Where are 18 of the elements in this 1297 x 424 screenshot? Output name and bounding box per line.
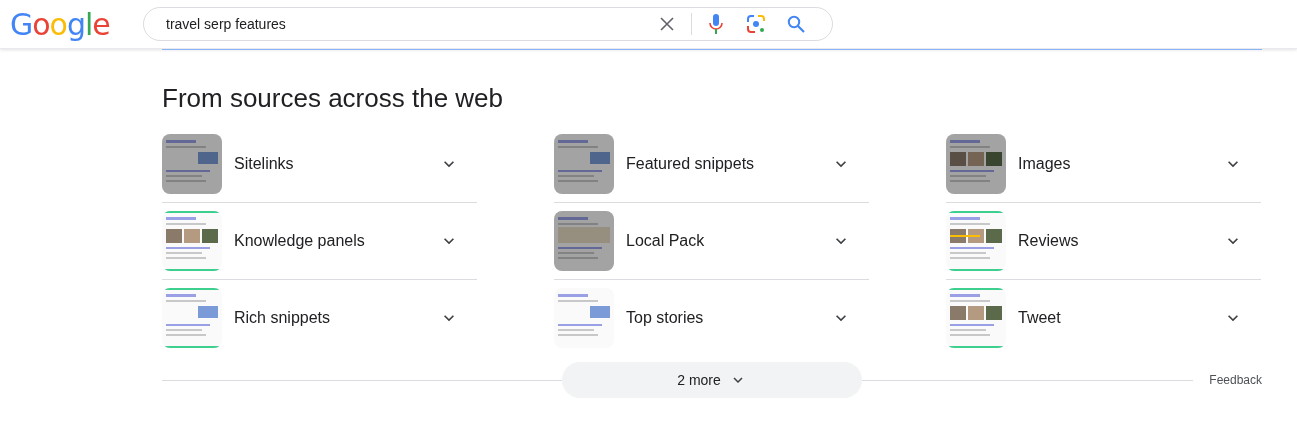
search-icon[interactable] xyxy=(787,15,805,33)
feature-label[interactable]: Local Pack xyxy=(626,232,831,250)
more-button[interactable]: 2 more xyxy=(562,362,862,398)
camera-icon[interactable] xyxy=(746,14,766,34)
feature-label[interactable]: Tweet xyxy=(1018,309,1223,327)
close-icon[interactable] xyxy=(660,17,674,31)
feature-label[interactable]: Reviews xyxy=(1018,232,1223,250)
section-title: From sources across the web xyxy=(162,83,504,114)
feature-label[interactable]: Top stories xyxy=(626,309,831,327)
feature-label[interactable]: Featured snippets xyxy=(626,155,831,173)
feature-label[interactable]: Images xyxy=(1018,155,1223,173)
microphone-icon[interactable] xyxy=(709,14,723,34)
feature-label[interactable]: Rich snippets xyxy=(234,309,439,327)
search-field[interactable]: travel serp features xyxy=(164,15,647,33)
logo[interactable]: Google xyxy=(10,6,130,42)
feedback-link[interactable]: Feedback xyxy=(1209,373,1262,387)
feature-label[interactable]: Sitelinks xyxy=(234,155,439,173)
feature-label[interactable]: Knowledge panels xyxy=(234,232,439,250)
